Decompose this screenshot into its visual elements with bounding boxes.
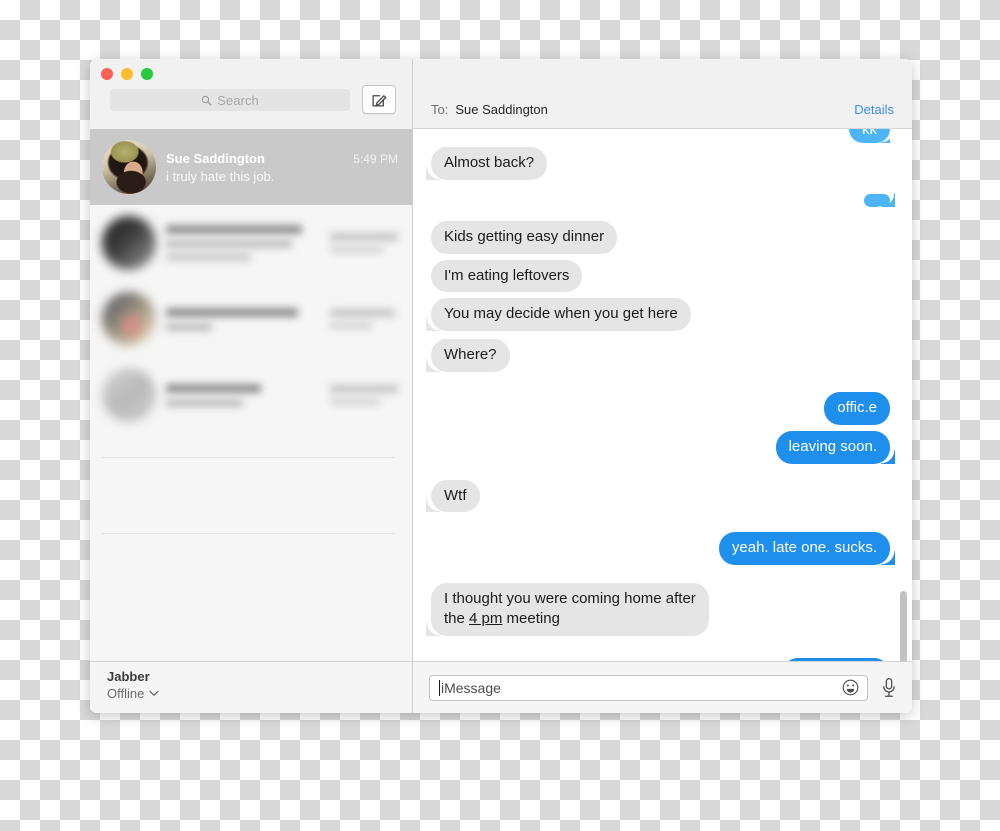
message-bubble-incoming[interactable]: Wtf xyxy=(426,479,480,513)
messages-app-window: Search Sue Saddington 5:49 PM i truly ha… xyxy=(90,59,912,713)
search-input[interactable]: Search xyxy=(110,89,350,111)
message-bubble-incoming[interactable]: I'm eating leftovers xyxy=(431,259,583,293)
message-input-placeholder: iMessage xyxy=(441,679,501,696)
text-cursor xyxy=(439,679,440,696)
window-titlebar[interactable]: Search xyxy=(90,59,412,129)
message-bubble-outgoing-clipped[interactable]: kk xyxy=(849,129,890,143)
traffic-lights xyxy=(101,68,153,80)
close-window-button[interactable] xyxy=(101,68,113,80)
message-row: hate my job. xyxy=(431,657,890,661)
message-text-part: meeting xyxy=(502,609,560,627)
message-row: kk xyxy=(431,129,890,143)
message-row: no. haven't left yet. xyxy=(431,192,912,277)
account-status-footer: Jabber Offline xyxy=(90,661,412,713)
message-input[interactable]: iMessage xyxy=(429,674,868,701)
message-row: offic.e xyxy=(431,391,890,425)
maximize-window-button[interactable] xyxy=(141,68,153,80)
thread-header: To: Sue Saddington Details xyxy=(413,59,912,129)
message-row: yeah. late one. sucks. xyxy=(431,532,896,566)
message-row: Almost back? xyxy=(425,147,890,180)
message-bubble-incoming[interactable]: Almost back? xyxy=(425,147,548,180)
smiley-face-icon xyxy=(842,679,859,696)
message-row: You may decide when you get here xyxy=(426,298,890,332)
conversation-snippet: i truly hate this job. xyxy=(166,168,275,184)
conversation-list[interactable]: Sue Saddington 5:49 PM i truly hate this… xyxy=(90,129,412,661)
message-row: I thought you were coming home after the… xyxy=(426,583,890,636)
message-row: leaving soon. xyxy=(431,430,896,464)
conversation-timestamp-redacted xyxy=(330,309,398,329)
message-bubble-incoming[interactable]: Where? xyxy=(426,339,510,372)
conversation-text-redacted xyxy=(166,307,320,331)
conversation-timestamp-redacted xyxy=(330,385,398,405)
message-row: Where? xyxy=(426,339,890,372)
message-bubble-incoming[interactable]: I thought you were coming home after the… xyxy=(426,583,709,636)
message-bubble-outgoing[interactable]: offic.e xyxy=(824,391,890,425)
recipient-name[interactable]: Sue Saddington xyxy=(455,102,548,117)
conversations-sidebar: Search Sue Saddington 5:49 PM i truly ha… xyxy=(90,59,413,713)
list-item[interactable]: Sue Saddington 5:49 PM i truly hate this… xyxy=(90,129,412,205)
dictation-button[interactable] xyxy=(878,677,900,699)
message-bubble-outgoing[interactable]: leaving soon. xyxy=(775,430,896,464)
account-name: Jabber xyxy=(107,669,150,684)
conversation-text-redacted xyxy=(166,383,320,407)
avatar xyxy=(102,368,156,422)
date-detector-link[interactable]: 4 pm xyxy=(469,610,502,627)
message-bubble-incoming[interactable]: You may decide when you get here xyxy=(426,298,691,332)
avatar xyxy=(102,292,156,346)
emoji-picker-button[interactable] xyxy=(842,679,859,696)
message-bubble-outgoing[interactable]: yeah. late one. sucks. xyxy=(718,532,896,566)
message-compose-bar: iMessage xyxy=(413,661,912,713)
list-item[interactable] xyxy=(90,205,412,281)
conversation-timestamp-redacted xyxy=(330,233,398,253)
compose-pencil-icon xyxy=(372,94,387,107)
message-thread-panel: To: Sue Saddington Details kk Almost bac… xyxy=(413,59,912,713)
compose-message-button[interactable] xyxy=(362,85,396,114)
minimize-window-button[interactable] xyxy=(121,68,133,80)
account-status-label: Offline xyxy=(107,686,145,701)
message-scroll-area[interactable]: kk Almost back? no. haven't left yet. Ki… xyxy=(413,129,912,661)
conversation-text-redacted xyxy=(166,225,320,261)
conversation-name: Sue Saddington xyxy=(166,150,265,166)
message-scrollbar-thumb[interactable] xyxy=(900,591,907,661)
conversation-text: Sue Saddington 5:49 PM i truly hate this… xyxy=(166,151,398,184)
list-divider xyxy=(102,533,395,534)
list-item[interactable] xyxy=(90,357,412,433)
message-bubble-outgoing[interactable]: hate my job. xyxy=(782,657,890,661)
account-status-selector[interactable]: Offline xyxy=(107,686,412,701)
to-label: To: xyxy=(431,102,449,117)
search-icon xyxy=(201,95,212,106)
details-button[interactable]: Details xyxy=(854,102,894,117)
microphone-icon xyxy=(883,677,895,697)
message-bubble-outgoing[interactable]: no. haven't left yet. xyxy=(864,192,912,277)
message-list: kk Almost back? no. haven't left yet. Ki… xyxy=(425,129,912,661)
message-row: Kids getting easy dinner xyxy=(431,220,890,254)
search-placeholder: Search xyxy=(217,92,259,108)
message-row: I'm eating leftovers xyxy=(431,259,890,293)
conversation-timestamp: 5:49 PM xyxy=(353,151,398,166)
list-item[interactable] xyxy=(90,281,412,357)
message-bubble-incoming[interactable]: Kids getting easy dinner xyxy=(431,220,618,254)
chevron-down-icon xyxy=(149,690,159,697)
avatar xyxy=(102,140,156,194)
message-row: Wtf xyxy=(426,479,890,513)
avatar xyxy=(102,216,156,270)
